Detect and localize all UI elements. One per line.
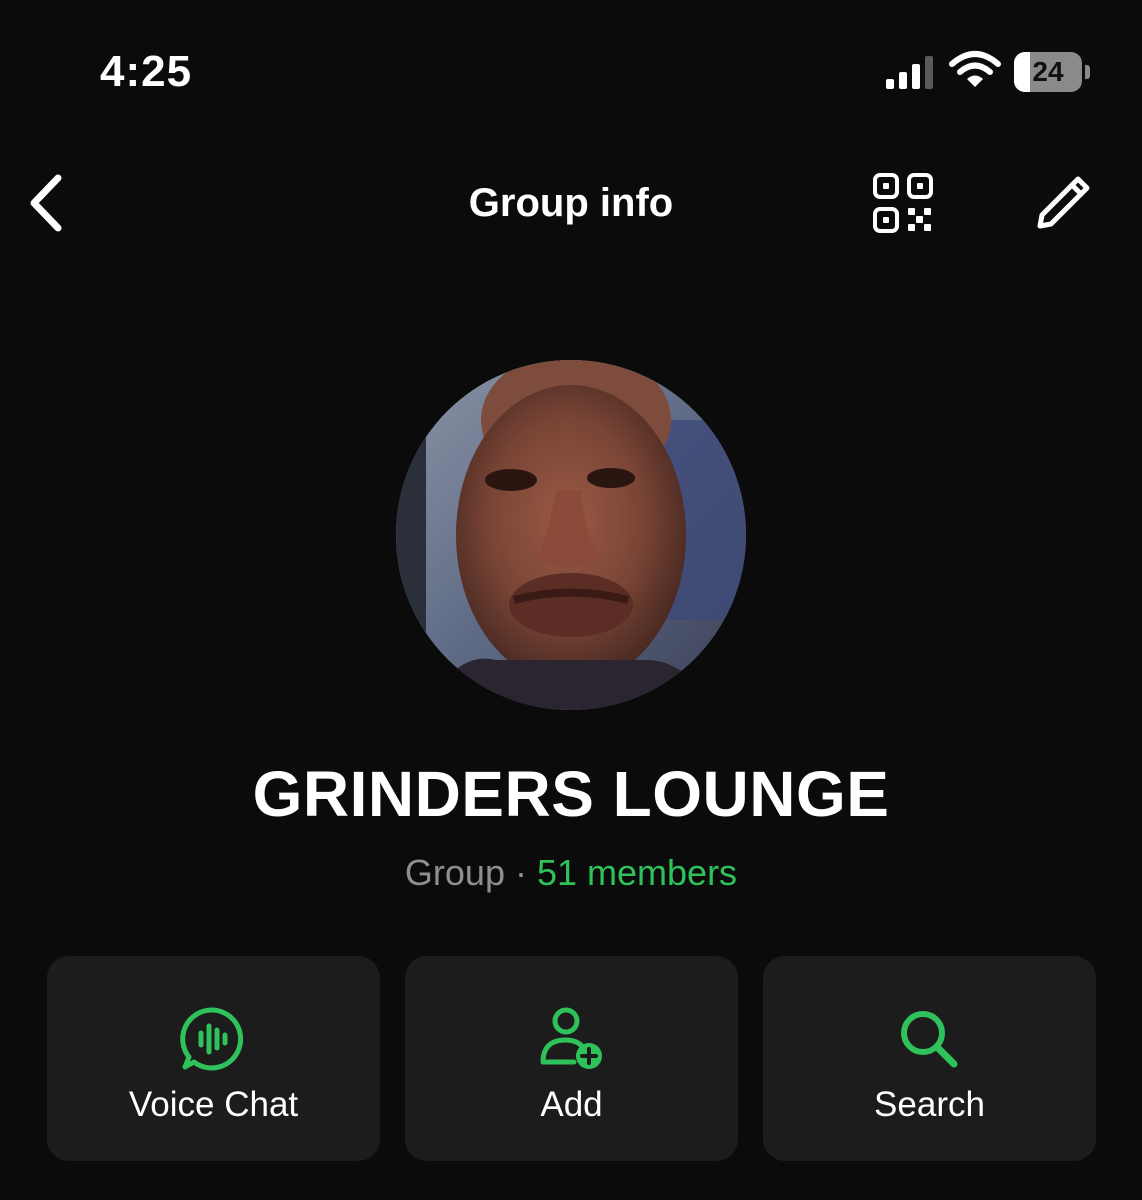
search-label: Search bbox=[874, 1085, 985, 1124]
battery-body: 24 bbox=[1014, 52, 1082, 92]
group-avatar[interactable] bbox=[396, 360, 746, 710]
pencil-icon bbox=[1037, 176, 1090, 229]
chevron-left-icon bbox=[30, 174, 62, 232]
subtitle-separator: · bbox=[514, 852, 527, 893]
voice-chat-icon bbox=[180, 1007, 244, 1071]
add-button[interactable]: Add bbox=[405, 956, 738, 1161]
add-person-icon bbox=[540, 1007, 602, 1069]
wifi-icon bbox=[949, 51, 1001, 87]
search-icon bbox=[901, 1011, 958, 1068]
voice-chat-button[interactable]: Voice Chat bbox=[47, 956, 380, 1161]
search-button[interactable]: Search bbox=[763, 956, 1096, 1161]
qr-code-button[interactable] bbox=[872, 172, 934, 234]
group-subtitle: Group · 51 members bbox=[0, 852, 1142, 894]
back-button[interactable] bbox=[22, 170, 72, 236]
status-time: 4:25 bbox=[100, 47, 193, 96]
edit-button[interactable] bbox=[1032, 172, 1094, 234]
page-title: Group info bbox=[468, 181, 674, 225]
add-label: Add bbox=[540, 1085, 603, 1124]
voice-chat-label: Voice Chat bbox=[128, 1085, 299, 1124]
group-type: Group bbox=[404, 852, 505, 893]
group-name: GRINDERS LOUNGE bbox=[252, 758, 890, 830]
battery-level: 24 bbox=[1032, 56, 1064, 87]
battery-cap bbox=[1085, 65, 1090, 79]
avatar-photo bbox=[396, 360, 746, 710]
battery-indicator: 24 bbox=[1014, 52, 1092, 92]
members-link[interactable]: 51 members bbox=[537, 852, 737, 893]
cellular-signal-icon bbox=[886, 56, 933, 89]
